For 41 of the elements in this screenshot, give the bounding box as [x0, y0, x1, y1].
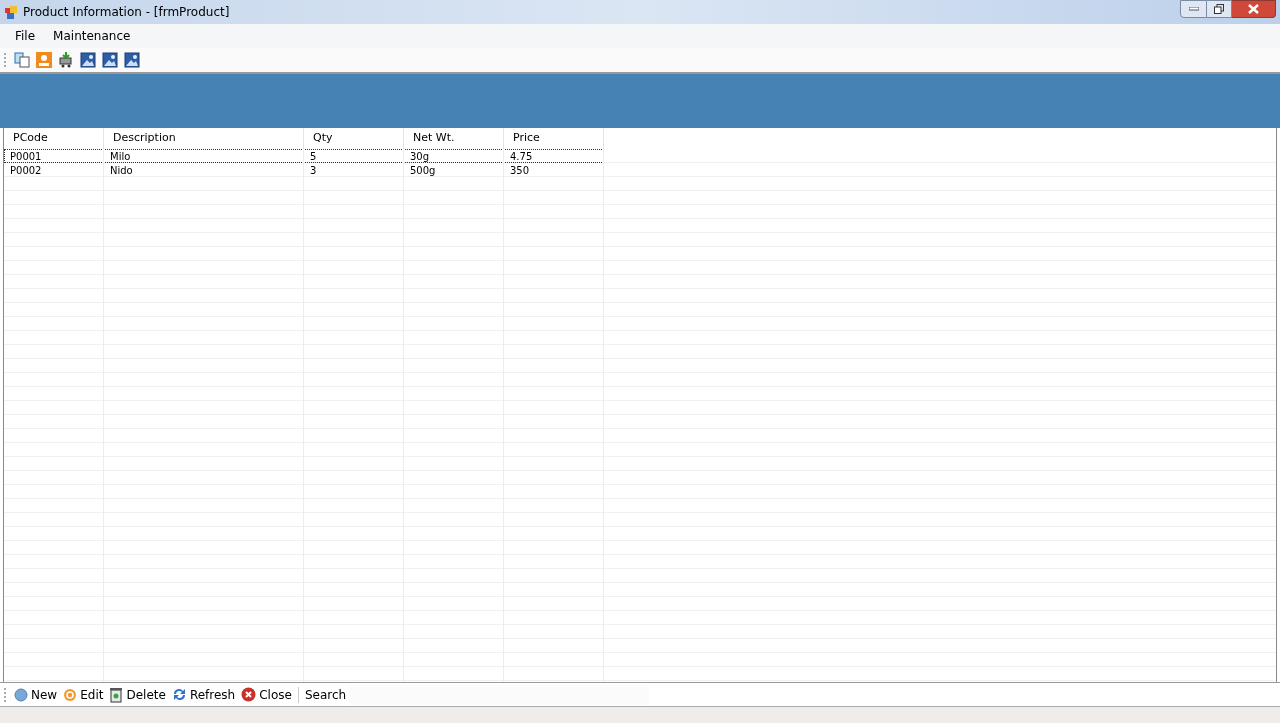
toolbar-button[interactable]: Edit — [60, 685, 107, 704]
close-icon — [241, 687, 257, 702]
refresh-icon — [171, 687, 187, 702]
restore-icon — [1214, 4, 1224, 14]
table-cell-text: P0002 — [9, 163, 43, 178]
search-field[interactable] — [349, 684, 650, 705]
toolbar-button[interactable]: Delete — [106, 685, 169, 704]
table-cell-text: 4.75 — [509, 149, 534, 164]
toolbar-button[interactable]: New — [11, 685, 61, 704]
picture-icon[interactable] — [102, 52, 118, 68]
table-cell-text: P0001 — [9, 149, 43, 164]
column-header[interactable]: Qty — [304, 128, 404, 149]
table-cell-text: 3 — [309, 163, 318, 178]
recycle-bin-icon — [109, 686, 124, 703]
table-cell-text: 350 — [509, 163, 531, 178]
table-cell-text: Nido — [109, 163, 134, 178]
table-row[interactable]: P0001 Milo 5 30g 4.75 — [4, 149, 604, 163]
menu-item[interactable]: File — [8, 27, 43, 45]
menu-item[interactable]: Maintenance — [46, 27, 138, 45]
toolbar-button[interactable]: Refresh — [168, 685, 239, 704]
column-header[interactable]: PCode — [4, 128, 104, 149]
copy-icon[interactable] — [14, 52, 30, 68]
app-icon — [4, 4, 19, 20]
table-cell-text: Milo — [109, 149, 132, 164]
table-row[interactable]: P0002 Nido 3 500g 350 — [4, 163, 604, 177]
column-header[interactable]: Description — [104, 128, 304, 149]
close-button[interactable] — [1232, 0, 1276, 18]
table-cell-text: 30g — [409, 149, 431, 164]
restore-button[interactable] — [1207, 0, 1232, 18]
window-title: Product Information - [frmProduct] — [23, 4, 230, 21]
close-icon — [1248, 4, 1259, 14]
picture-icon[interactable] — [80, 52, 96, 68]
search-label: Search — [303, 686, 348, 704]
column-header[interactable]: Net Wt. — [404, 128, 504, 149]
minimize-icon — [1188, 7, 1199, 11]
table-cell-text: 5 — [309, 149, 318, 164]
table-cell-text: 500g — [409, 163, 437, 178]
column-header[interactable]: Price — [504, 128, 604, 149]
toolbar-button[interactable]: Close — [238, 685, 295, 704]
cart-icon[interactable] — [58, 52, 74, 68]
picture-icon[interactable] — [124, 52, 140, 68]
